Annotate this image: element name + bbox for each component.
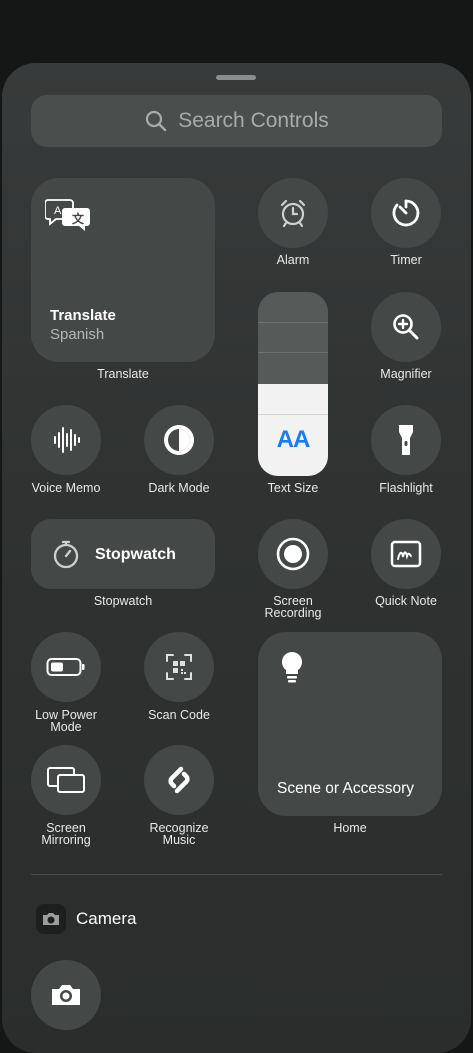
flashlight-icon [399, 425, 413, 455]
search-bar[interactable]: Search Controls [31, 95, 442, 147]
screen-recording-label-line2: Recording [264, 606, 322, 620]
battery-icon [46, 658, 85, 676]
home-label: Home [333, 821, 367, 835]
stopwatch-title: Stopwatch [95, 546, 176, 563]
voice-memo-button[interactable] [31, 405, 101, 475]
recognize-music-button[interactable] [144, 745, 214, 815]
translate-tile[interactable]: A 文 Translate Spanish [31, 178, 215, 362]
timer-label: Timer [390, 253, 422, 267]
screen-mirroring-icon [47, 767, 85, 793]
magnifier-label: Magnifier [380, 367, 432, 381]
flashlight-label: Flashlight [379, 481, 433, 495]
text-size-label: Text Size [267, 481, 319, 495]
section-divider [31, 874, 442, 875]
alarm-button[interactable] [258, 178, 328, 248]
shazam-icon [168, 766, 190, 794]
home-scene-tile[interactable]: Scene or Accessory [258, 632, 442, 816]
alarm-label: Alarm [276, 253, 310, 267]
screen-recording-button[interactable] [258, 519, 328, 589]
text-size-icon: AA [276, 426, 311, 453]
translate-subtitle: Spanish [50, 326, 105, 343]
search-icon [146, 110, 167, 132]
screen-recording-label: Screen Recording [243, 595, 343, 620]
dark-mode-icon [164, 425, 194, 455]
translate-label: Translate [97, 367, 149, 381]
flashlight-button[interactable] [371, 405, 441, 475]
text-size-step-divider [258, 322, 328, 323]
alarm-icon [280, 199, 306, 228]
screen-mirroring-label-line2: Mirroring [41, 833, 91, 847]
text-size-step-divider [258, 414, 328, 415]
stopwatch-tile[interactable]: Stopwatch [31, 519, 215, 589]
voice-memo-label: Voice Memo [31, 481, 101, 495]
quick-note-icon [390, 540, 422, 568]
text-size-step-divider [258, 352, 328, 353]
quick-note-label: Quick Note [375, 594, 437, 608]
camera-app-icon [36, 904, 66, 934]
timer-icon [392, 199, 420, 227]
magnifier-icon [393, 314, 419, 340]
dark-mode-label: Dark Mode [148, 481, 210, 495]
recognize-music-label: Recognize Music [129, 822, 229, 847]
camera-section-header: Camera [36, 904, 136, 934]
low-power-button[interactable] [31, 632, 101, 702]
translate-icon: A 文 [45, 199, 90, 231]
qr-code-icon [166, 654, 192, 680]
lightbulb-icon [282, 652, 302, 683]
translate-title: Translate [50, 307, 116, 324]
home-scene-title: Scene or Accessory [277, 780, 414, 797]
recognize-music-label-line2: Music [162, 833, 196, 847]
camera-icon [52, 985, 80, 1005]
camera-button[interactable] [31, 960, 101, 1030]
record-icon [276, 537, 310, 571]
svg-text:A: A [54, 205, 62, 217]
dark-mode-button[interactable] [144, 405, 214, 475]
text-size-slider[interactable]: AA [258, 292, 328, 476]
timer-button[interactable] [371, 178, 441, 248]
low-power-label: Low Power Mode [16, 709, 116, 734]
camera-section-title: Camera [76, 909, 137, 928]
magnifier-button[interactable] [371, 292, 441, 362]
stopwatch-icon [53, 540, 79, 569]
screen-mirroring-label: Screen Mirroring [16, 822, 116, 847]
svg-text:文: 文 [72, 211, 85, 226]
stopwatch-label: Stopwatch [93, 594, 153, 608]
quick-note-button[interactable] [371, 519, 441, 589]
waveform-icon [54, 427, 80, 453]
low-power-label-line2: Mode [50, 720, 82, 734]
search-placeholder: Search Controls [178, 109, 329, 132]
scan-code-button[interactable] [144, 632, 214, 702]
scan-code-label: Scan Code [148, 708, 210, 722]
sheet-grabber[interactable] [216, 75, 256, 80]
screen-mirroring-button[interactable] [31, 745, 101, 815]
